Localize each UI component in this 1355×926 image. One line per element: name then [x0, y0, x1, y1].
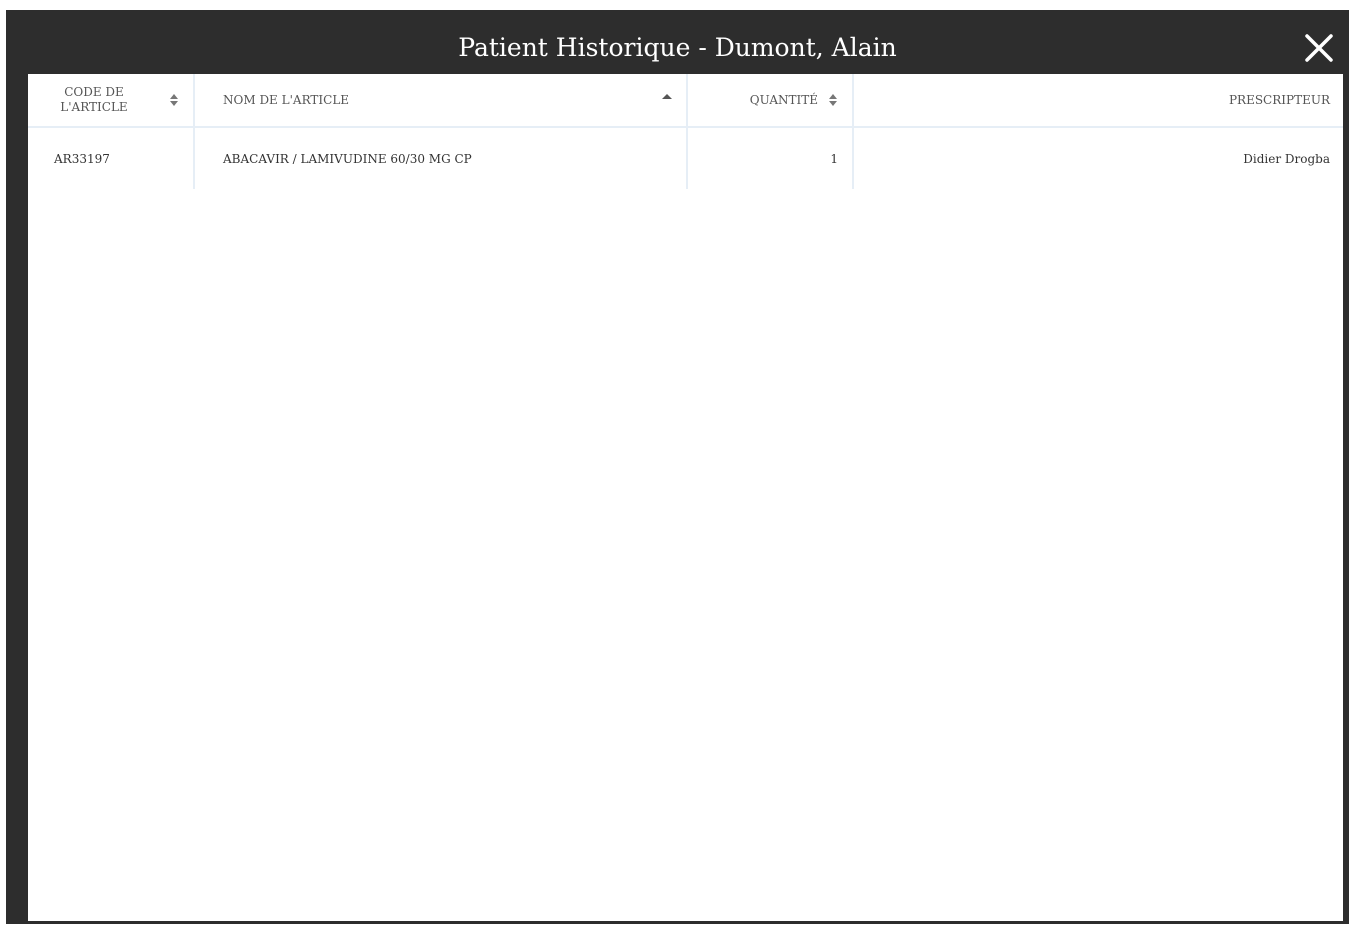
- table-row[interactable]: AR33197 ABACAVIR / LAMIVUDINE 60/30 MG C…: [28, 127, 1343, 189]
- history-table: CODE DE L'ARTICLE NOM DE L'ARTICLE QUANT…: [28, 74, 1343, 189]
- dialog-header: Patient Historique - Dumont, Alain: [6, 10, 1349, 74]
- cell-article-name: ABACAVIR / LAMIVUDINE 60/30 MG CP: [194, 127, 688, 189]
- sort-both-icon: [829, 94, 837, 106]
- close-icon: [1305, 34, 1333, 62]
- column-header-name[interactable]: NOM DE L'ARTICLE: [194, 74, 688, 128]
- column-header-code[interactable]: CODE DE L'ARTICLE: [28, 74, 195, 128]
- patient-history-dialog: Patient Historique - Dumont, Alain CODE …: [6, 10, 1349, 924]
- column-header-quantity[interactable]: QUANTITÉ: [687, 74, 854, 128]
- column-header-prescriber[interactable]: PRESCRIPTEUR: [853, 74, 1343, 128]
- close-button[interactable]: [1303, 32, 1335, 64]
- cell-quantity: 1: [687, 127, 854, 189]
- cell-article-code: AR33197: [28, 127, 195, 189]
- column-header-label: NOM DE L'ARTICLE: [223, 92, 350, 107]
- table-header-row: CODE DE L'ARTICLE NOM DE L'ARTICLE QUANT…: [28, 74, 1343, 128]
- dialog-title: Patient Historique - Dumont, Alain: [458, 33, 897, 62]
- sort-ascending-icon: [662, 94, 672, 99]
- dialog-body: CODE DE L'ARTICLE NOM DE L'ARTICLE QUANT…: [28, 74, 1343, 921]
- column-header-label: PRESCRIPTEUR: [1228, 92, 1330, 107]
- cell-prescriber: Didier Drogba: [1243, 151, 1330, 166]
- sort-both-icon: [170, 94, 178, 106]
- column-header-label: CODE DE L'ARTICLE: [60, 85, 128, 114]
- column-header-label: QUANTITÉ: [749, 92, 818, 107]
